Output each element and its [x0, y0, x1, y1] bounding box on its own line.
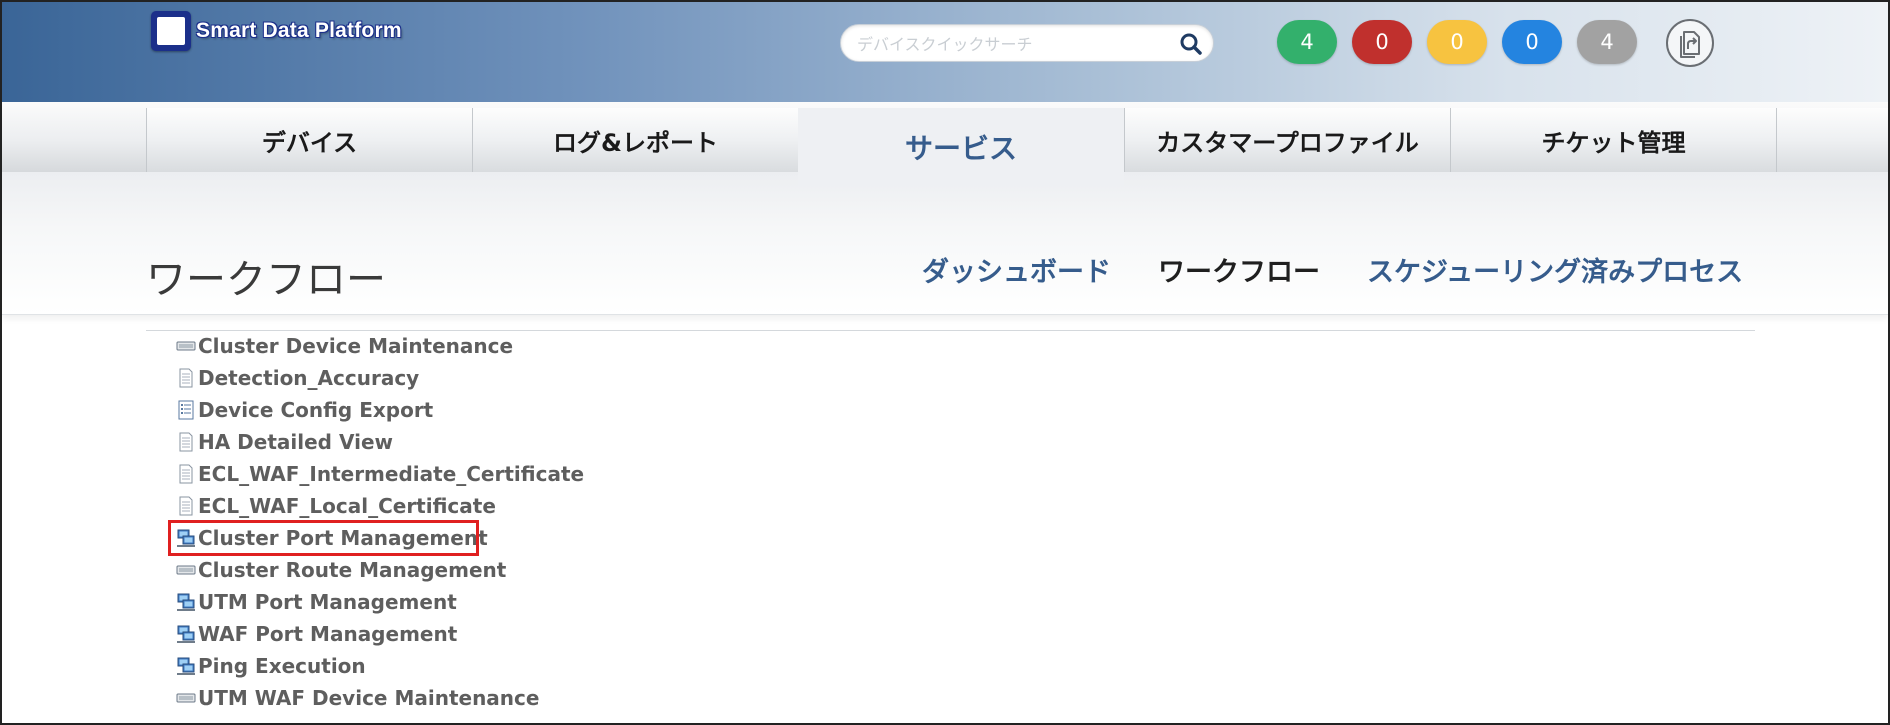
document-icon — [176, 464, 196, 484]
network-icon — [176, 624, 196, 644]
workflow-item[interactable]: Device Config Export — [176, 395, 433, 425]
main-nav: デバイス ログ&レポート サービス カスタマープロファイル チケット管理 — [2, 102, 1888, 186]
workflow-item[interactable]: UTM Port Management — [176, 587, 457, 617]
list-document-icon — [176, 400, 196, 420]
status-pill-gray[interactable]: 4 — [1577, 20, 1637, 64]
workflow-item-label: Device Config Export — [198, 398, 434, 422]
workflow-item-label: Cluster Port Management — [198, 526, 488, 550]
document-icon — [176, 496, 196, 516]
brand-logo[interactable]: Smart Data Platform — [151, 8, 402, 54]
workflow-list-panel: Cluster Device Maintenance Detection_Accu… — [146, 330, 1755, 723]
device-icon — [176, 688, 196, 708]
network-icon — [176, 656, 196, 676]
workflow-item[interactable]: WAF Port Management — [176, 619, 457, 649]
workflow-item-label: WAF Port Management — [198, 622, 458, 646]
workflow-item-label: UTM Port Management — [198, 590, 457, 614]
device-quick-search — [840, 24, 1214, 62]
network-icon — [176, 528, 196, 548]
status-pill-red[interactable]: 0 — [1352, 20, 1412, 64]
workflow-item[interactable]: Cluster Device Maintenance — [176, 331, 513, 361]
tab-customer-profile[interactable]: カスタマープロファイル — [1124, 108, 1450, 172]
logo-icon — [151, 11, 191, 51]
logo-text: Smart Data Platform — [196, 19, 402, 42]
status-pill-blue[interactable]: 0 — [1502, 20, 1562, 64]
workflow-item[interactable]: Ping Execution — [176, 651, 366, 681]
workflow-item[interactable]: Detection_Accuracy — [176, 363, 419, 393]
search-icon[interactable] — [1179, 32, 1203, 56]
subnav-workflow[interactable]: ワークフロー — [1158, 250, 1320, 289]
workflow-item[interactable]: Cluster Route Management — [176, 555, 506, 585]
export-icon — [1680, 31, 1700, 58]
network-icon — [176, 592, 196, 612]
document-icon — [176, 432, 196, 452]
workflow-item[interactable]: ECL_WAF_Local_Certificate — [176, 491, 496, 521]
tab-services[interactable]: サービス — [798, 108, 1124, 186]
subnav-scheduled-processes[interactable]: スケジューリング済みプロセス — [1367, 250, 1743, 289]
tab-divider-end — [1776, 108, 1888, 172]
page-title: ワークフロー — [146, 257, 386, 303]
workflow-item-label: ECL_WAF_Local_Certificate — [198, 494, 496, 518]
workflow-item-label: Detection_Accuracy — [198, 366, 420, 390]
subnav-dashboard[interactable]: ダッシュボード — [922, 250, 1111, 289]
document-icon — [176, 368, 196, 388]
export-button[interactable] — [1666, 19, 1714, 67]
tab-logs-reports[interactable]: ログ&レポート — [472, 108, 798, 172]
workflow-item[interactable]: ECL_WAF_Intermediate_Certificate — [176, 459, 584, 489]
workflow-item[interactable]: Cluster Port Management — [176, 523, 488, 553]
workflow-item-label: HA Detailed View — [198, 430, 393, 454]
workflow-item-label: Ping Execution — [198, 654, 366, 678]
app-window: Smart Data Platform 4 0 0 0 4 — [0, 0, 1890, 725]
workflow-item[interactable]: UTM WAF Device Maintenance — [176, 683, 539, 713]
workflow-item-label: Cluster Device Maintenance — [198, 334, 514, 358]
device-icon — [176, 560, 196, 580]
device-icon — [176, 336, 196, 356]
status-pill-green[interactable]: 4 — [1277, 20, 1337, 64]
workflow-item[interactable]: HA Detailed View — [176, 427, 393, 457]
top-header: Smart Data Platform 4 0 0 0 4 — [2, 2, 1888, 102]
tab-devices[interactable]: デバイス — [146, 108, 472, 172]
workflow-item-label: Cluster Route Management — [198, 558, 507, 582]
workflow-item-label: ECL_WAF_Intermediate_Certificate — [198, 462, 585, 486]
page-header: ワークフロー ダッシュボード ワークフロー スケジューリング済みプロセス — [2, 172, 1888, 315]
status-pill-yellow[interactable]: 0 — [1427, 20, 1487, 64]
tab-ticket-management[interactable]: チケット管理 — [1450, 108, 1776, 172]
search-input[interactable] — [855, 30, 1169, 58]
workflow-item-label: UTM WAF Device Maintenance — [198, 686, 540, 710]
